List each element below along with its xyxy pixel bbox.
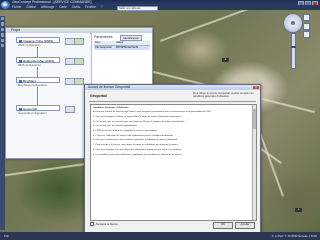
node-link-handle[interactable] <box>74 37 84 45</box>
node-settings-handle[interactable] <box>65 105 75 113</box>
layer-icon <box>19 39 22 43</box>
menu-tools[interactable]: Outils <box>72 5 80 9</box>
node-link-handle[interactable] <box>74 77 84 85</box>
scrollbar-thumb[interactable] <box>253 109 256 129</box>
zoom-slider[interactable] <box>291 33 296 69</box>
measure-tool-icon[interactable] <box>0 33 5 37</box>
license-paragraphs: Conditions Générales d'Utilisation En tan… <box>91 107 256 157</box>
pan-tool-icon[interactable] <box>0 22 5 26</box>
address-search-input[interactable]: Saisir une adresse <box>117 5 158 12</box>
status-text: Prêt <box>4 234 10 238</box>
license-paragraph: En tant que licencié de GéoConcept Franc… <box>93 111 211 114</box>
license-paragraph: 6. Vous avez connaissance des conditions… <box>93 139 178 142</box>
accept-license-checkbox[interactable]: J'accepte la licence <box>90 222 118 227</box>
table-row[interactable]: Clé Geoportail 8875d59c4a2f1e3b <box>94 45 150 50</box>
license-heading: Conditions Générales d'Utilisation <box>93 106 129 109</box>
connector-line <box>37 67 38 77</box>
street-view-icon[interactable] <box>303 22 310 30</box>
map-marker[interactable]: A <box>222 58 229 62</box>
workflow-column: Imagerie Ortho (WMS) WMS configuration R… <box>6 33 90 158</box>
menu-map[interactable]: Carte <box>59 5 67 9</box>
dialog-title: Accord de licence Géoportail <box>85 85 260 90</box>
node-sub-label: Geoportail configuration <box>18 112 47 115</box>
menu-edit[interactable]: Édition <box>26 5 36 9</box>
coordinates-readout: X: 2.3522 Y: 48.8566 Échelle 1:5000 <box>271 234 317 238</box>
license-scrollbar[interactable] <box>252 105 256 220</box>
node-link-handle[interactable] <box>74 57 84 65</box>
connector-line <box>37 87 38 105</box>
ok-button[interactable]: OK <box>213 222 233 229</box>
node-map-wms[interactable]: Référentiel Map (WMS) <box>16 57 60 63</box>
parameters-title: Paramètres <box>94 35 113 39</box>
layers-icon[interactable] <box>303 14 310 21</box>
node-bingmaps[interactable]: BingMaps <box>16 77 60 83</box>
node-sub-label: Bing Maps configuration <box>18 84 47 87</box>
node-ortho-wms[interactable]: Imagerie Ortho (WMS) <box>16 37 60 43</box>
license-paragraph: 2. Cet accord vous est consenti pour une… <box>93 120 185 123</box>
dialog-section-title: Géoportail <box>90 94 107 98</box>
dialog-intro-text: Pour utiliser le service Géoportail, veu… <box>193 92 254 98</box>
license-paragraph: 3. Cet accord vous est transmis gratuite… <box>93 125 138 128</box>
fullscreen-icon[interactable] <box>303 31 310 38</box>
menu-file[interactable]: Fichier <box>12 5 22 9</box>
cancel-button[interactable]: Annuler <box>235 222 255 229</box>
license-dialog: Accord de licence Géoportail ✕ Géoportai… <box>84 84 261 235</box>
layer-icon <box>19 79 22 83</box>
license-paragraph: 4. L'IGN se réserve le droit de suspendr… <box>93 130 158 133</box>
connector-line <box>37 47 38 57</box>
dialog-buttons: OK Annuler <box>213 222 255 229</box>
column-header-value[interactable]: Valeur <box>116 41 123 45</box>
license-paragraph: 8. Vous vous engagez à ne pas utiliser l… <box>93 148 183 151</box>
checkbox-box[interactable] <box>90 222 95 227</box>
license-paragraph: 7. Pour accéder à la licence, vous devez… <box>93 144 179 147</box>
menu-window[interactable]: Fenêtre <box>85 5 96 9</box>
cell-value: 8875d59c4a2f1e3b <box>116 45 139 49</box>
license-paragraph: 1. Vous vous engagez à utiliser ce logic… <box>93 115 182 118</box>
license-text-box[interactable]: Conditions Générales d'Utilisation En tan… <box>90 104 257 221</box>
map-marker[interactable]: B <box>295 208 302 212</box>
app-logo-icon: GC <box>1 1 10 9</box>
zoom-slider-thumb[interactable] <box>291 46 296 48</box>
license-paragraph: 9. Les conditions générales d'utilisatio… <box>93 153 183 156</box>
cell-name: Clé Geoportail <box>95 45 112 49</box>
zoom-tool-icon[interactable] <box>0 27 5 32</box>
print-tool-icon[interactable] <box>0 43 5 48</box>
layer-icon <box>19 59 22 63</box>
map-navigation-compass[interactable] <box>283 13 303 33</box>
menu-bar: Fichier Édition Affichage Carte Outils F… <box>0 5 320 10</box>
license-paragraph: 5. L'accès et l'utilisation du service s… <box>93 134 174 137</box>
map-tool-icons <box>303 14 310 40</box>
menu-view[interactable]: Affichage <box>41 5 54 9</box>
pointer-tool-icon[interactable] <box>0 17 5 21</box>
column-header-name[interactable]: Nom <box>95 41 100 45</box>
status-bar: Prêt X: 2.3522 Y: 48.8566 Échelle 1:5000 <box>0 232 320 240</box>
dialog-close-button[interactable]: ✕ <box>253 85 259 90</box>
layers-tool-icon[interactable] <box>0 38 5 42</box>
menu-help[interactable]: ? <box>101 5 103 9</box>
layer-icon <box>19 107 22 111</box>
node-geoportail[interactable]: Geoportail <box>16 105 60 111</box>
